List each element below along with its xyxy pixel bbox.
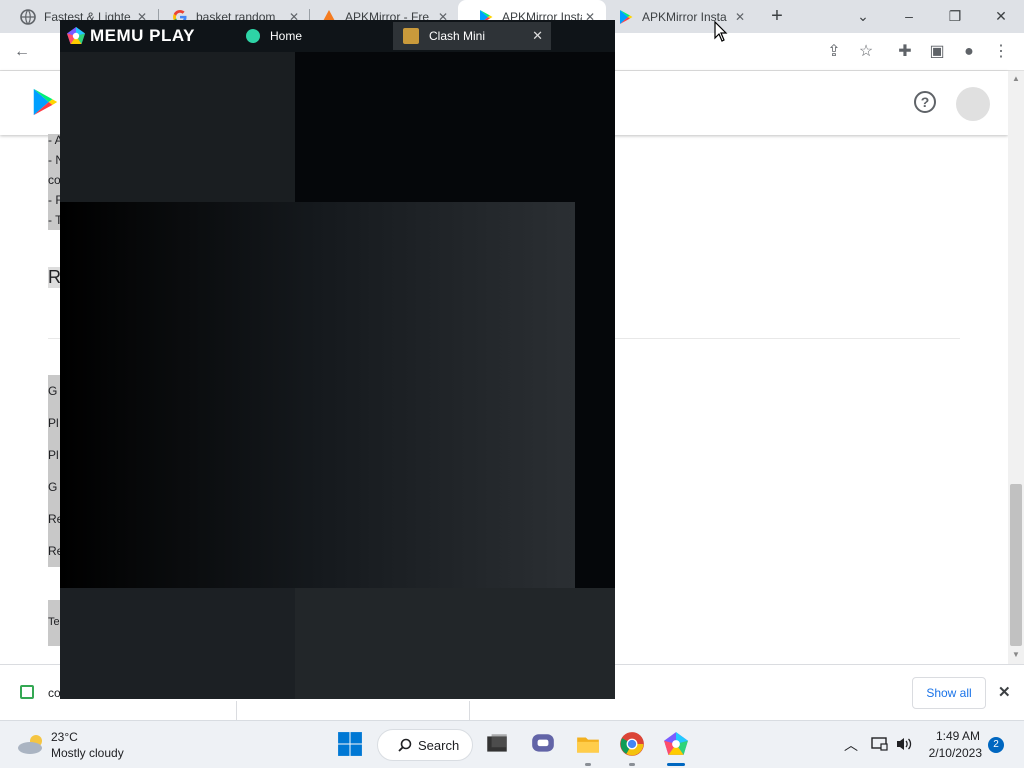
close-window-icon[interactable]: ✕ bbox=[986, 4, 1016, 28]
google-play-icon bbox=[620, 9, 633, 24]
windows-taskbar: 23°C Mostly cloudy Search ︿ 1:49 AM 2/10… bbox=[0, 720, 1024, 768]
volume-icon[interactable] bbox=[895, 736, 913, 752]
page-fragment: Pl bbox=[48, 416, 59, 430]
chrome-icon[interactable] bbox=[619, 731, 645, 757]
tab-search-icon[interactable]: ⌄ bbox=[848, 4, 878, 28]
clash-mini-icon bbox=[403, 28, 419, 44]
network-icon[interactable] bbox=[871, 736, 889, 752]
page-fragment: co bbox=[48, 173, 61, 187]
page-fragment: G bbox=[48, 480, 58, 494]
close-download-bar-icon[interactable]: ✕ bbox=[998, 683, 1011, 701]
download-file-icon bbox=[20, 685, 34, 699]
memu-tab-home[interactable]: Home bbox=[246, 22, 302, 50]
screen-block bbox=[60, 202, 575, 588]
close-tab-icon[interactable]: ✕ bbox=[732, 10, 748, 24]
back-icon[interactable]: ← bbox=[12, 42, 32, 62]
memu-taskbar-icon[interactable] bbox=[663, 731, 689, 757]
profile-icon[interactable]: ● bbox=[959, 42, 979, 62]
memu-close-tab-icon[interactable]: ✕ bbox=[532, 28, 543, 44]
running-indicator bbox=[629, 763, 635, 766]
running-indicator bbox=[585, 763, 591, 766]
taskbar-search-button[interactable]: Search bbox=[377, 729, 473, 761]
task-view-icon[interactable] bbox=[484, 731, 510, 757]
share-icon[interactable]: ⇪ bbox=[824, 42, 844, 62]
page-fragment: Pl bbox=[48, 448, 59, 462]
restore-icon[interactable]: ❐ bbox=[940, 4, 970, 28]
download-separator bbox=[236, 701, 237, 721]
side-panel-icon[interactable]: ▣ bbox=[927, 42, 947, 62]
teams-chat-icon[interactable] bbox=[530, 731, 556, 757]
weather-temperature[interactable]: 23°C bbox=[51, 730, 78, 744]
bookmark-star-icon[interactable]: ☆ bbox=[856, 42, 876, 62]
show-all-button[interactable]: Show all bbox=[912, 677, 986, 709]
memu-screen[interactable] bbox=[60, 52, 615, 699]
memu-logo-icon bbox=[67, 27, 85, 44]
active-app-indicator bbox=[667, 763, 685, 766]
mouse-cursor-icon bbox=[714, 21, 728, 42]
file-explorer-icon[interactable] bbox=[575, 731, 601, 757]
scroll-down-icon[interactable]: ▼ bbox=[1012, 650, 1020, 659]
memu-logo: MEMU PLAY bbox=[66, 26, 195, 46]
weather-description[interactable]: Mostly cloudy bbox=[51, 746, 124, 760]
globe-icon bbox=[20, 8, 36, 25]
notification-badge[interactable]: 2 bbox=[988, 737, 1004, 753]
screen-block bbox=[60, 52, 295, 202]
memu-tab-clash-mini[interactable]: Clash Mini ✕ bbox=[393, 22, 551, 50]
scroll-thumb[interactable] bbox=[1010, 484, 1022, 646]
clock-time[interactable]: 1:49 AM bbox=[934, 729, 980, 743]
memu-tab-label: Home bbox=[270, 29, 303, 43]
windows-start-icon[interactable] bbox=[337, 731, 363, 757]
menu-kebab-icon[interactable]: ⋮ bbox=[991, 42, 1011, 62]
search-icon bbox=[398, 738, 412, 752]
search-label: Search bbox=[418, 737, 460, 753]
help-icon[interactable]: ? bbox=[914, 91, 936, 113]
screen-block bbox=[295, 588, 615, 699]
clock-date[interactable]: 2/10/2023 bbox=[926, 746, 982, 760]
extensions-icon[interactable]: ✚ bbox=[895, 42, 915, 62]
memu-title-bar: MEMU PLAY Home Clash Mini ✕ bbox=[60, 20, 615, 52]
download-separator bbox=[469, 701, 470, 721]
download-item-name[interactable]: co bbox=[48, 686, 61, 700]
new-tab-button[interactable]: + bbox=[762, 4, 792, 28]
google-play-logo-icon[interactable] bbox=[30, 85, 60, 119]
page-fragment: Te bbox=[48, 616, 60, 628]
page-content-block bbox=[48, 375, 60, 567]
memu-tab-label: Clash Mini bbox=[429, 29, 486, 43]
scroll-up-icon[interactable]: ▲ bbox=[1012, 74, 1020, 83]
account-avatar[interactable] bbox=[956, 87, 990, 121]
memu-window[interactable]: MEMU PLAY Home Clash Mini ✕ bbox=[60, 20, 615, 699]
screen-block bbox=[60, 588, 295, 699]
weather-cloudy-icon[interactable] bbox=[16, 733, 46, 755]
memu-brand-text: MEMU PLAY bbox=[90, 26, 195, 45]
show-hidden-icons-icon[interactable]: ︿ bbox=[844, 735, 858, 755]
minimize-icon[interactable]: – bbox=[894, 4, 924, 28]
memu-home-icon bbox=[246, 29, 260, 43]
browser-tab[interactable]: APKMirror Insta ✕ bbox=[598, 0, 756, 33]
page-fragment: G bbox=[48, 384, 58, 398]
